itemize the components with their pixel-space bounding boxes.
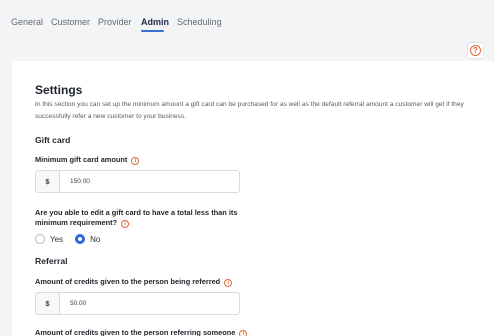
settings-tabs: General Customer Provider Admin Scheduli… — [0, 0, 494, 34]
question-circle-icon: ? — [470, 45, 481, 56]
min-gift-card-label: Minimum gift card amount i — [35, 154, 140, 165]
referred-credits-input-group: $ — [35, 292, 240, 315]
info-icon[interactable]: i — [131, 157, 140, 165]
tab-provider[interactable]: Provider — [98, 16, 132, 28]
min-gift-card-input[interactable] — [60, 171, 239, 192]
tab-customer[interactable]: Customer — [51, 16, 90, 28]
edit-gift-card-question-line2: minimum requirement? i — [35, 217, 130, 228]
radio-yes-label: Yes — [50, 234, 64, 244]
page-title: Settings — [35, 83, 83, 97]
referred-credits-input[interactable] — [60, 293, 239, 314]
info-icon[interactable]: i — [121, 220, 130, 228]
min-gift-card-input-group: $ — [35, 170, 240, 193]
help-button[interactable]: ? — [467, 42, 484, 59]
referred-credits-label-text: Amount of credits given to the person be… — [35, 277, 221, 286]
referring-credits-label: Amount of credits given to the person re… — [35, 327, 248, 336]
tab-admin[interactable]: Admin — [141, 16, 169, 28]
edit-gift-card-radio-group: Yes No — [35, 233, 100, 245]
referred-credits-label: Amount of credits given to the person be… — [35, 276, 233, 287]
info-icon[interactable]: i — [239, 330, 248, 336]
currency-prefix: $ — [36, 293, 60, 314]
settings-description: In this section you can set up the minim… — [35, 101, 464, 120]
currency-prefix: $ — [36, 171, 60, 192]
min-gift-card-label-text: Minimum gift card amount — [35, 155, 128, 164]
radio-no-label: No — [90, 234, 101, 244]
info-icon[interactable]: i — [224, 279, 233, 287]
tab-scheduling[interactable]: Scheduling — [177, 16, 222, 28]
referral-heading: Referral — [35, 256, 68, 266]
radio-no[interactable] — [75, 234, 86, 244]
tab-general[interactable]: General — [11, 16, 43, 28]
gift-card-heading: Gift card — [35, 135, 71, 145]
edit-gift-card-question-text: minimum requirement? — [35, 218, 118, 227]
referring-credits-label-text: Amount of credits given to the person re… — [35, 328, 236, 336]
radio-yes[interactable] — [35, 234, 45, 244]
active-tab-indicator — [141, 30, 164, 32]
